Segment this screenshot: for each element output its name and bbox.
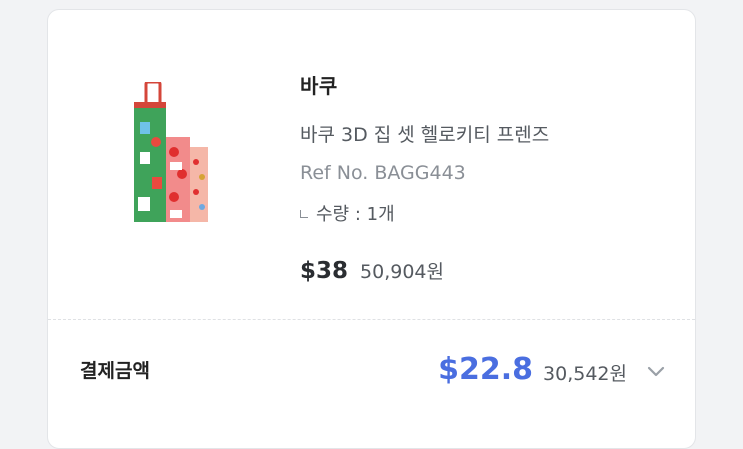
ref-number: Ref No. BAGG443	[300, 162, 466, 184]
product-name[interactable]: 바쿠 3D 집 셋 헬로키티 프렌즈	[300, 120, 549, 147]
payment-amount-usd: $22.8	[438, 352, 534, 387]
order-item-card: 바쿠 바쿠 3D 집 셋 헬로키티 프렌즈 Ref No. BAGG443 수량…	[47, 9, 696, 449]
payment-amount-label: 결제금액	[80, 360, 150, 382]
price-krw: 50,904원	[360, 261, 444, 283]
payment-amount-toggle[interactable]: $22.8 30,542원	[438, 352, 665, 387]
brand-name[interactable]: 바쿠	[300, 70, 338, 99]
price-usd: $38	[300, 258, 349, 284]
quantity-text: 수량 : 1개	[316, 204, 395, 225]
dashed-divider	[48, 319, 695, 320]
chevron-down-icon[interactable]	[647, 366, 665, 378]
payment-amount-krw: 30,542원	[543, 363, 627, 385]
product-thumbnail[interactable]	[128, 82, 218, 227]
corner-arrow-icon	[300, 210, 308, 218]
price-row: $38 50,904원	[300, 257, 444, 284]
quantity-row: 수량 : 1개	[300, 200, 395, 226]
